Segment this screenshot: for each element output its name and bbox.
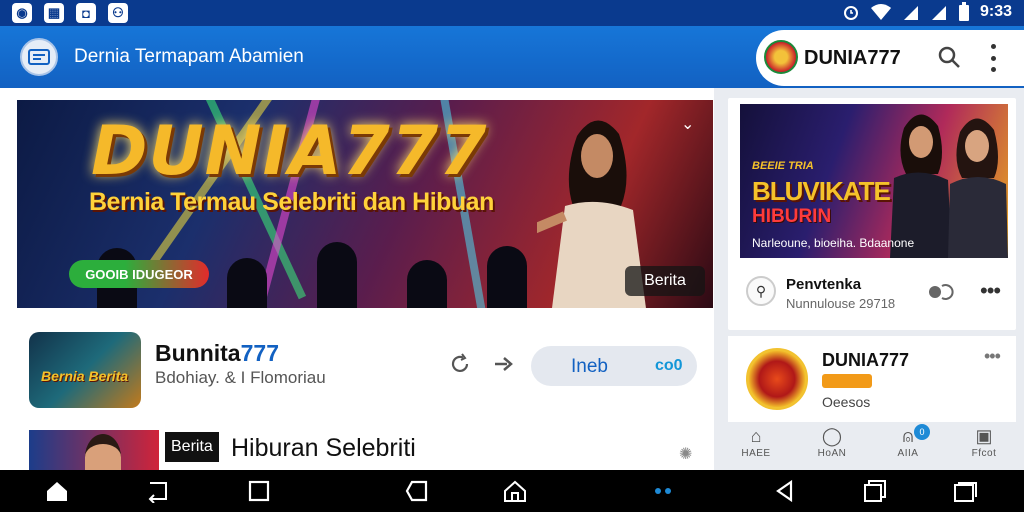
list-item-title: Hiburan Selebriti [231, 434, 416, 462]
home-icon[interactable] [44, 479, 70, 503]
nav-label: HoAN [817, 448, 847, 459]
status-left-icons: ◉ ▦ ◘ ⚇ [12, 3, 128, 23]
gallery-icon: ▦ [44, 3, 64, 23]
nav-item-chat[interactable]: ◯ HoAN [802, 426, 862, 459]
overview-icon[interactable] [952, 479, 978, 503]
side-news-card[interactable]: BEEIE TRIA BLUVIKATE HIBURIN Narleoune, … [728, 98, 1016, 330]
nav-label: AIIA [897, 448, 919, 459]
signal-icon-2 [931, 6, 946, 20]
more-options-icon[interactable] [988, 44, 998, 72]
system-nav-bar [0, 470, 1024, 512]
battery-icon [958, 2, 969, 21]
status-time: 9:33 [979, 3, 1012, 20]
news-headline-2: HIBURIN [752, 206, 832, 227]
channel-logo-icon[interactable] [746, 348, 808, 410]
brand-logo-icon[interactable] [764, 40, 798, 74]
news-caption: Narleoune, bioeiha. Bdaanone [752, 236, 915, 250]
channel-name: DUNIA777 [822, 350, 910, 370]
hosts-figure [890, 114, 1008, 258]
page-indicator-icon [655, 488, 671, 494]
author-avatar[interactable]: ⚲ [746, 276, 776, 306]
game-icon: ⚇ [108, 3, 128, 23]
follow-count: co0 [655, 357, 683, 374]
more-options-icon[interactable]: ••• [980, 278, 1001, 304]
chevron-down-icon[interactable]: ⌄ [681, 114, 694, 134]
wifi-icon [870, 4, 891, 20]
loading-icon: ✺ [679, 446, 693, 463]
hero-subtitle: Bernia Termau Selebriti dan Hibuan [89, 188, 494, 216]
channel-subtitle: Oeesos [822, 394, 871, 410]
news-headline-1: BLUVIKATE [752, 176, 891, 206]
news-meta: Nunnulouse 29718 [786, 296, 896, 311]
nav-item-profile[interactable]: ▣ Ffcot [954, 426, 1014, 459]
notification-badge: 0 [914, 424, 930, 440]
hero-title: DUNIA777 [91, 112, 488, 191]
nav-label: Ffcot [971, 448, 997, 459]
nav-label: HAEE [741, 448, 771, 459]
follow-button-label: Ineb [571, 356, 608, 377]
app-logo-icon[interactable] [20, 38, 58, 76]
reaction-icon[interactable] [926, 282, 954, 302]
arrow-right-icon[interactable] [493, 353, 515, 375]
house-icon[interactable] [502, 479, 528, 503]
status-bar: ◉ ▦ ◘ ⚇ 9:33 [0, 0, 1024, 26]
list-item-thumbnail: Bernia Berita [29, 332, 141, 408]
list-item[interactable]: Berita Hiburan Selebriti ✺ [17, 424, 713, 470]
follow-button[interactable]: Ineb co0 [531, 346, 697, 386]
side-panel: BEEIE TRIA BLUVIKATE HIBURIN Narleoune, … [714, 88, 1024, 470]
app-title: Dernia Termapam Abamien [74, 46, 304, 67]
back-icon[interactable] [144, 479, 170, 503]
recent-apps-icon[interactable] [862, 479, 888, 503]
hero-cta-button[interactable]: GOOIB IDUGEOR [69, 260, 209, 288]
thumbnail-text: Bernia Berita [41, 368, 129, 384]
news-kicker: BEEIE TRIA [752, 160, 814, 172]
refresh-icon[interactable] [449, 353, 471, 375]
app-bar: Dernia Termapam Abamien DUNIA777 [0, 26, 1024, 88]
alarm-icon [843, 6, 858, 20]
author-name: Penvtenka [786, 276, 862, 293]
brand-pill: DUNIA777 [756, 30, 1024, 86]
news-card-image: BEEIE TRIA BLUVIKATE HIBURIN Narleoune, … [740, 104, 1008, 258]
list-item-thumbnail [29, 430, 159, 470]
category-tag[interactable]: Berita [165, 432, 219, 462]
nav-item-notifications[interactable]: ⍝ 0 AIIA [878, 424, 938, 459]
notification-icon: ◉ [12, 3, 32, 23]
more-options-icon[interactable]: ••• [984, 346, 1001, 367]
list-item-title: Bunnita777 [155, 340, 279, 366]
square-icon[interactable] [246, 479, 272, 503]
list-item[interactable]: Bernia Berita Bunnita777 Bdohiay. & I Fl… [17, 316, 713, 416]
profile-icon: ▣ [975, 426, 993, 446]
search-icon[interactable] [936, 44, 962, 70]
status-right: 9:33 [842, 2, 1012, 22]
signal-icon [903, 6, 918, 20]
home-icon: ⌂ [750, 426, 762, 446]
main-feed: DUNIA777 Bernia Termau Selebriti dan Hib… [0, 88, 714, 470]
nav-item-home[interactable]: ⌂ HAEE [726, 426, 786, 459]
tag-icon[interactable] [404, 479, 430, 503]
chat-icon: ◯ [821, 426, 843, 446]
side-bottom-nav: ⌂ HAEE ◯ HoAN ⍝ 0 AIIA ▣ Ffcot [714, 422, 1024, 470]
hero-category-tag[interactable]: Berita [625, 266, 705, 296]
brand-name: DUNIA777 [804, 47, 901, 69]
app-icon: ◘ [76, 3, 96, 23]
channel-card[interactable]: DUNIA777 Oeesos ••• [728, 336, 1016, 422]
hero-banner[interactable]: DUNIA777 Bernia Termau Selebriti dan Hib… [17, 100, 713, 308]
verified-badge [822, 374, 872, 388]
list-item-subtitle: Bdohiay. & I Flomoriau [155, 368, 326, 387]
triangle-back-icon[interactable] [772, 479, 798, 503]
